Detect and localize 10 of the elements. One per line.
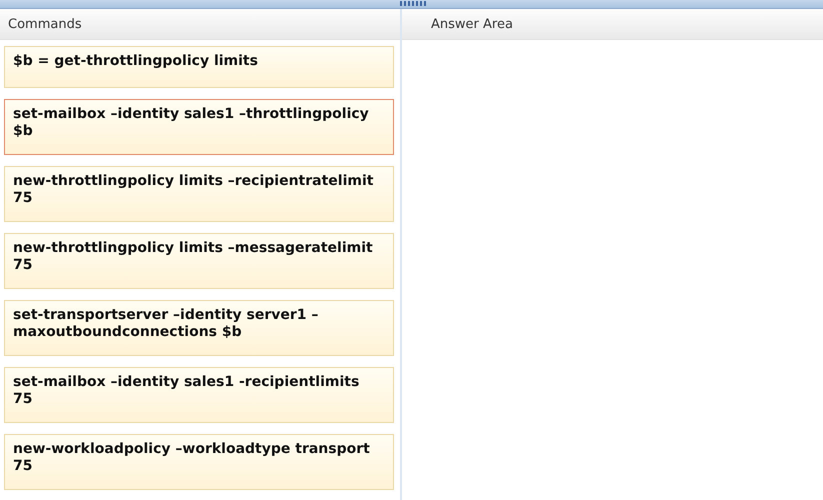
panel-title: Answer Area <box>431 16 513 32</box>
panel-title: Commands <box>8 16 82 32</box>
grip-handle[interactable] <box>400 1 428 6</box>
command-tile[interactable]: new-workloadpolicy –workloadtype transport 75 <box>4 434 394 490</box>
command-tile[interactable]: set-transportserver –identity server1 – maxoutboundconnections $b <box>4 300 394 356</box>
command-tile[interactable]: new-throttlingpolicy limits –messageratelimit 75 <box>4 233 394 289</box>
command-tile[interactable]: new-throttlingpolicy limits –recipientratelimit 75 <box>4 166 394 222</box>
command-tile[interactable]: set-mailbox –identity sales1 -recipientlimits 75 <box>4 367 394 423</box>
command-tile[interactable]: $b = get-throttlingpolicy limits <box>4 46 394 88</box>
command-tile[interactable]: set-mailbox –identity sales1 –throttlingpolicy $b <box>4 99 394 155</box>
